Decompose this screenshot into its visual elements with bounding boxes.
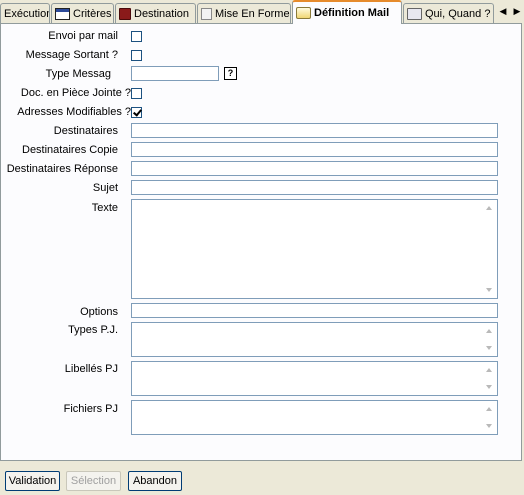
scroll-up-icon[interactable] — [486, 329, 492, 333]
scroll-up-icon[interactable] — [486, 206, 492, 210]
types-pj-label: Types P.J. — [68, 324, 118, 336]
tab-mise-en-forme[interactable]: Mise En Forme — [197, 3, 291, 23]
mail-icon — [296, 7, 311, 19]
libelles-pj-scrollbar[interactable] — [482, 362, 497, 395]
selection-button[interactable]: Sélection — [66, 471, 121, 491]
destinataires-field[interactable] — [131, 123, 498, 138]
adresses-modifiables-label: Adresses Modifiables ? — [17, 106, 131, 118]
scroll-up-icon[interactable] — [486, 407, 492, 411]
destinataires-copie-label: Destinataires Copie — [22, 144, 118, 156]
abandon-button[interactable]: Abandon — [128, 471, 182, 491]
fichiers-pj-scrollbar[interactable] — [482, 401, 497, 434]
sujet-label: Sujet — [92, 182, 118, 194]
tab-label: Mise En Forme — [215, 7, 290, 20]
tab-criteres[interactable]: Critères — [51, 3, 114, 23]
texte-textarea[interactable] — [131, 199, 498, 299]
tab-qui-quand[interactable]: Qui, Quand ? — [403, 3, 494, 23]
tab-label: Qui, Quand ? — [425, 7, 491, 20]
destinataires-label: Destinataires — [53, 125, 118, 137]
types-pj-textarea[interactable] — [131, 322, 498, 357]
mail-definition-window: Exécution Critères Destination Mise En F… — [0, 0, 524, 495]
book-icon — [119, 7, 131, 20]
scroll-left-icon[interactable]: ◀ — [500, 6, 507, 17]
libelles-pj-label: Libellés PJ — [64, 363, 118, 375]
libelles-pj-textarea[interactable] — [131, 361, 498, 396]
tab-destination[interactable]: Destination — [115, 3, 196, 23]
tab-execution[interactable]: Exécution — [0, 3, 50, 23]
message-sortant-checkbox[interactable] — [131, 50, 142, 61]
destinataires-reponse-label: Destinataires Réponse — [6, 163, 118, 175]
tab-label: Critères — [73, 7, 112, 20]
texte-scrollbar[interactable] — [482, 200, 497, 298]
options-label: Options — [80, 306, 118, 318]
card-icon — [407, 7, 422, 20]
scroll-down-icon[interactable] — [486, 288, 492, 292]
message-sortant-label: Message Sortant ? — [25, 49, 118, 61]
scroll-down-icon[interactable] — [486, 424, 492, 428]
type-messag-field[interactable] — [131, 66, 219, 81]
scroll-right-icon[interactable]: ▶ — [514, 6, 521, 17]
destinataires-reponse-field[interactable] — [131, 161, 498, 176]
tab-strip: Exécution Critères Destination Mise En F… — [0, 0, 524, 24]
types-pj-scrollbar[interactable] — [482, 323, 497, 356]
adresses-modifiables-checkbox[interactable] — [131, 107, 142, 118]
scroll-down-icon[interactable] — [486, 346, 492, 350]
tab-panel: Envoi par mail Message Sortant ? Type Me… — [0, 23, 522, 461]
window-icon — [55, 7, 70, 20]
envoi-par-mail-checkbox[interactable] — [131, 31, 142, 42]
fichiers-pj-label: Fichiers PJ — [63, 403, 118, 415]
doc-piece-jointe-label: Doc. en Pièce Jointe ? — [20, 87, 131, 99]
sujet-field[interactable] — [131, 180, 498, 195]
type-messag-help-button[interactable]: ? — [224, 67, 237, 80]
validation-button[interactable]: Validation — [5, 471, 60, 491]
tab-label: Définition Mail — [314, 7, 390, 19]
document-icon — [201, 7, 212, 20]
destinataires-copie-field[interactable] — [131, 142, 498, 157]
doc-piece-jointe-checkbox[interactable] — [131, 88, 142, 99]
tab-scroll-arrows: ◀ ▶ — [496, 2, 524, 20]
options-field[interactable] — [131, 303, 498, 318]
scroll-up-icon[interactable] — [486, 368, 492, 372]
fichiers-pj-textarea[interactable] — [131, 400, 498, 435]
tab-definition-mail[interactable]: Définition Mail — [292, 0, 402, 24]
tab-label: Exécution — [4, 7, 50, 20]
texte-label: Texte — [91, 202, 118, 214]
envoi-par-mail-label: Envoi par mail — [48, 30, 118, 42]
type-messag-label: Type Messag — [45, 68, 111, 80]
scroll-down-icon[interactable] — [486, 385, 492, 389]
tab-label: Destination — [134, 7, 190, 20]
